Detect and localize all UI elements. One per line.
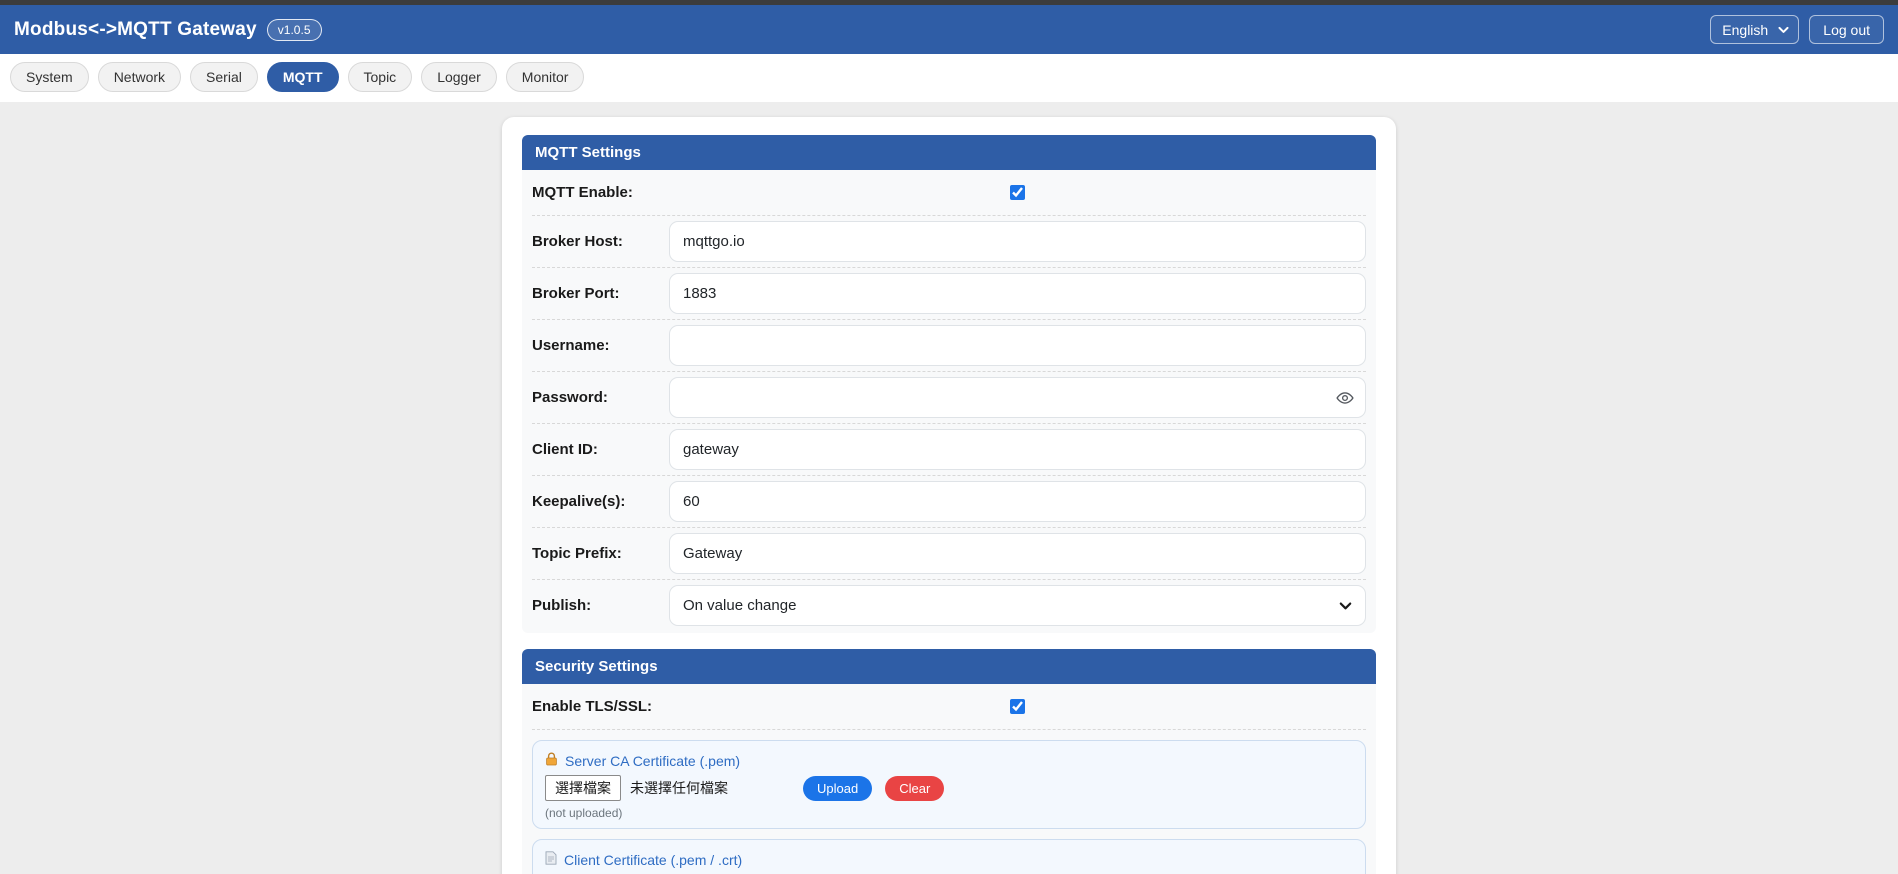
- document-icon: [545, 851, 557, 868]
- mqtt-settings-panel: MQTT Settings MQTT Enable: Broker Host: …: [522, 135, 1376, 633]
- appbar-actions: English Log out: [1710, 15, 1884, 44]
- password-input[interactable]: [669, 377, 1366, 418]
- form-row-password: Password:: [532, 372, 1366, 424]
- file-status-text: 未選擇任何檔案: [630, 780, 728, 796]
- form-row-broker-host: Broker Host:: [532, 216, 1366, 268]
- field-cell: [669, 481, 1366, 522]
- field-cell: [669, 325, 1366, 366]
- username-input[interactable]: [669, 325, 1366, 366]
- field-label: MQTT Enable:: [532, 184, 633, 201]
- client-id-input[interactable]: [669, 429, 1366, 470]
- tab-mqtt[interactable]: MQTT: [266, 62, 339, 92]
- field-cell: [669, 533, 1366, 574]
- mqtt-settings-body: MQTT Enable: Broker Host: Broker Port:: [522, 170, 1376, 633]
- form-row-tls-enable: Enable TLS/SSL:: [532, 684, 1366, 730]
- clear-button[interactable]: Clear: [885, 775, 945, 801]
- mqtt-settings-header: MQTT Settings: [522, 135, 1376, 170]
- field-label: Topic Prefix:: [532, 545, 622, 562]
- security-settings-header: Security Settings: [522, 649, 1376, 684]
- broker-host-input[interactable]: [669, 221, 1366, 262]
- form-row-username: Username:: [532, 320, 1366, 372]
- form-row-broker-port: Broker Port:: [532, 268, 1366, 320]
- cert-title-row: Server CA Certificate (.pem): [545, 752, 1353, 769]
- field-cell: [669, 429, 1366, 470]
- cert-block-server-ca: Server CA Certificate (.pem) 選擇檔案 未選擇任何檔…: [532, 740, 1366, 829]
- security-settings-body: Enable TLS/SSL: Server CA Certificate (.…: [522, 684, 1376, 874]
- field-label: Username:: [532, 337, 610, 354]
- keepalive-input[interactable]: [669, 481, 1366, 522]
- field-label: Broker Port:: [532, 285, 620, 302]
- cert-title: Server CA Certificate (.pem): [565, 752, 741, 769]
- cert-title: Client Certificate (.pem / .crt): [564, 851, 743, 868]
- tab-serial[interactable]: Serial: [190, 62, 258, 92]
- publish-select[interactable]: On value change: [669, 585, 1366, 626]
- language-select-wrapper: English: [1710, 15, 1800, 44]
- upload-button[interactable]: Upload: [803, 775, 873, 801]
- field-label: Client ID:: [532, 441, 598, 458]
- form-row-client-id: Client ID:: [532, 424, 1366, 476]
- cert-block-client: Client Certificate (.pem / .crt) 選擇檔案 未選…: [532, 839, 1366, 874]
- field-label: Enable TLS/SSL:: [532, 698, 653, 715]
- mqtt-enable-checkbox[interactable]: [1010, 185, 1025, 200]
- form-row-publish: Publish: On value change: [532, 580, 1366, 631]
- security-settings-panel: Security Settings Enable TLS/SSL: Server…: [522, 649, 1376, 874]
- settings-card: MQTT Settings MQTT Enable: Broker Host: …: [502, 117, 1396, 874]
- language-select[interactable]: English: [1710, 15, 1800, 44]
- content-area: MQTT Settings MQTT Enable: Broker Host: …: [0, 102, 1898, 874]
- field-label: Publish:: [532, 597, 592, 614]
- field-label: Password:: [532, 389, 608, 406]
- cert-file-row: 選擇檔案 未選擇任何檔案 Upload Clear: [545, 775, 1353, 801]
- field-cell: [669, 273, 1366, 314]
- field-label: Keepalive(s):: [532, 493, 626, 510]
- checkbox-cell: [669, 185, 1366, 200]
- form-row-mqtt-enable: MQTT Enable:: [532, 170, 1366, 216]
- tab-network[interactable]: Network: [97, 62, 182, 92]
- topic-prefix-input[interactable]: [669, 533, 1366, 574]
- field-cell: [669, 221, 1366, 262]
- checkbox-cell: [669, 699, 1366, 714]
- tab-topic[interactable]: Topic: [347, 62, 413, 92]
- tab-logger[interactable]: Logger: [421, 62, 497, 92]
- logout-button[interactable]: Log out: [1809, 15, 1884, 44]
- lock-icon: [545, 752, 558, 769]
- not-uploaded-note: (not uploaded): [545, 806, 623, 820]
- version-badge: v1.0.5: [266, 18, 322, 41]
- tab-system[interactable]: System: [10, 62, 89, 92]
- tabbar: System Network Serial MQTT Topic Logger …: [0, 54, 1898, 102]
- tab-monitor[interactable]: Monitor: [505, 62, 585, 92]
- choose-file-button[interactable]: 選擇檔案: [545, 775, 621, 801]
- field-cell: On value change: [669, 585, 1366, 626]
- broker-port-input[interactable]: [669, 273, 1366, 314]
- app-title: Modbus<->MQTT Gateway: [14, 18, 257, 40]
- file-input[interactable]: 選擇檔案 未選擇任何檔案: [545, 775, 728, 801]
- cert-action-buttons: Upload Clear: [803, 775, 945, 801]
- cert-title-row: Client Certificate (.pem / .crt): [545, 851, 1353, 868]
- field-cell: [669, 377, 1366, 418]
- eye-icon[interactable]: [1336, 389, 1354, 407]
- tls-enable-checkbox[interactable]: [1010, 699, 1025, 714]
- appbar: Modbus<->MQTT Gateway v1.0.5 English Log…: [0, 5, 1898, 54]
- form-row-topic-prefix: Topic Prefix:: [532, 528, 1366, 580]
- form-row-keepalive: Keepalive(s):: [532, 476, 1366, 528]
- field-label: Broker Host:: [532, 233, 623, 250]
